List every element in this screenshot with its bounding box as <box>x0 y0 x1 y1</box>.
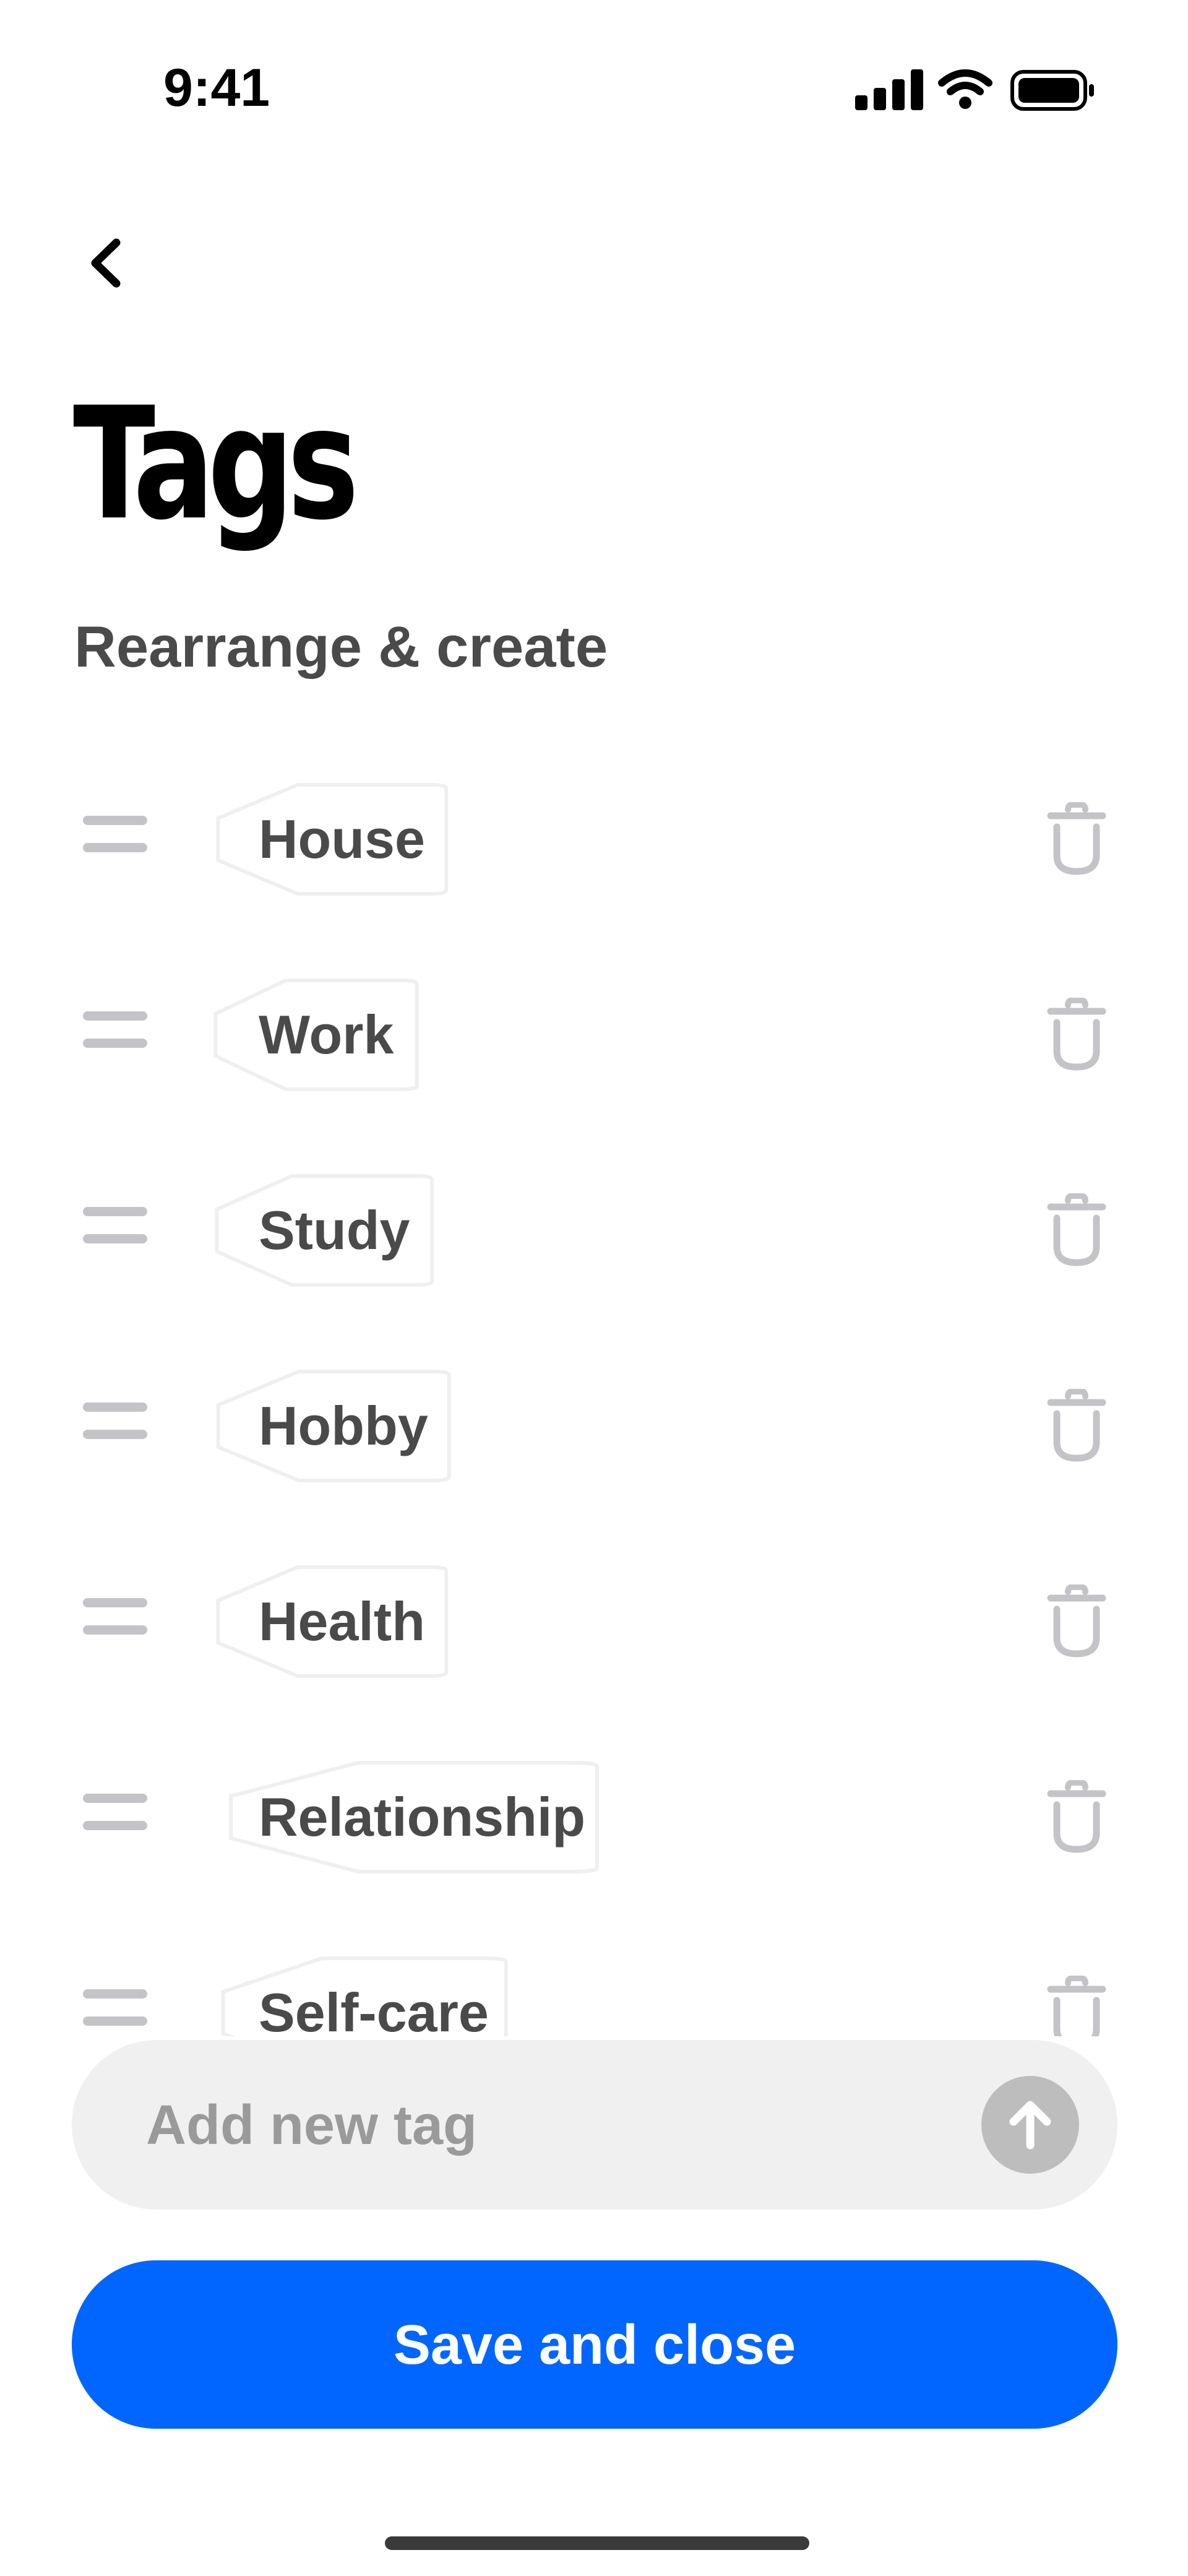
drag-handle-icon[interactable] <box>83 1794 147 1841</box>
delete-button[interactable] <box>1046 1193 1108 1268</box>
status-time: 9:41 <box>163 58 270 118</box>
page-title: Tags <box>73 374 359 554</box>
delete-button[interactable] <box>1046 802 1108 876</box>
delete-button[interactable] <box>1046 1779 1108 1854</box>
tag-chip[interactable]: Work <box>197 975 431 1094</box>
add-tag-input[interactable] <box>145 2040 952 2211</box>
drag-handle-icon[interactable] <box>83 1598 147 1645</box>
tag-label: Hobby <box>259 1395 428 1456</box>
home-indicator <box>385 2536 809 2550</box>
drag-handle-icon[interactable] <box>83 1207 147 1254</box>
save-and-close-button[interactable]: Save and close <box>72 2260 1117 2429</box>
tag-label: Study <box>259 1199 410 1261</box>
delete-button[interactable] <box>1046 1584 1108 1659</box>
tag-label: Health <box>259 1591 425 1652</box>
tag-chip[interactable]: House <box>197 780 462 899</box>
add-tag-field <box>72 2040 1117 2211</box>
tag-row: Relationship <box>0 1755 1188 1879</box>
tag-label: Work <box>259 1004 394 1065</box>
trash-icon <box>1047 1779 1106 1853</box>
tag-list: House Work Study Hobby Health Relationsh… <box>0 743 1188 2036</box>
delete-button[interactable] <box>1046 997 1108 1072</box>
trash-icon <box>1047 1388 1106 1462</box>
chevron-left-icon <box>91 238 121 288</box>
delete-button[interactable] <box>1046 1388 1108 1463</box>
tag-row: Study <box>0 1169 1188 1292</box>
back-button[interactable] <box>74 229 142 297</box>
tag-label: Self-care <box>259 1982 489 2036</box>
tag-row: Work <box>0 973 1188 1097</box>
drag-handle-icon[interactable] <box>83 1403 147 1450</box>
trash-icon <box>1047 1193 1106 1266</box>
drag-handle-icon[interactable] <box>83 1011 147 1058</box>
trash-icon <box>1047 1975 1106 2036</box>
drag-handle-icon[interactable] <box>83 816 147 863</box>
tag-chip[interactable]: Relationship <box>197 1758 622 1877</box>
arrow-up-icon <box>1009 2101 1051 2150</box>
tag-row: House <box>0 777 1188 901</box>
tag-label: House <box>259 808 425 870</box>
page-subtitle: Rearrange & create <box>74 614 608 679</box>
trash-icon <box>1047 1584 1106 1658</box>
wifi-icon <box>938 69 992 95</box>
tag-chip[interactable]: Hobby <box>197 1367 465 1485</box>
status-icons <box>854 64 1095 114</box>
battery-icon <box>1010 70 1094 111</box>
tag-row: Hobby <box>0 1364 1188 1488</box>
tag-label: Relationship <box>259 1786 586 1848</box>
tag-row: Health <box>0 1560 1188 1683</box>
submit-tag-button[interactable] <box>981 2076 1079 2174</box>
tag-chip[interactable]: Health <box>197 1562 462 1681</box>
tag-chip[interactable]: Self-care <box>197 1953 526 2036</box>
trash-icon <box>1047 802 1106 875</box>
delete-button[interactable] <box>1046 1975 1108 2036</box>
trash-icon <box>1047 997 1106 1071</box>
drag-handle-icon[interactable] <box>83 1989 147 2036</box>
tag-chip[interactable]: Study <box>197 1171 447 1290</box>
tag-row: Self-care <box>0 1951 1188 2036</box>
signal-icon <box>855 69 923 110</box>
